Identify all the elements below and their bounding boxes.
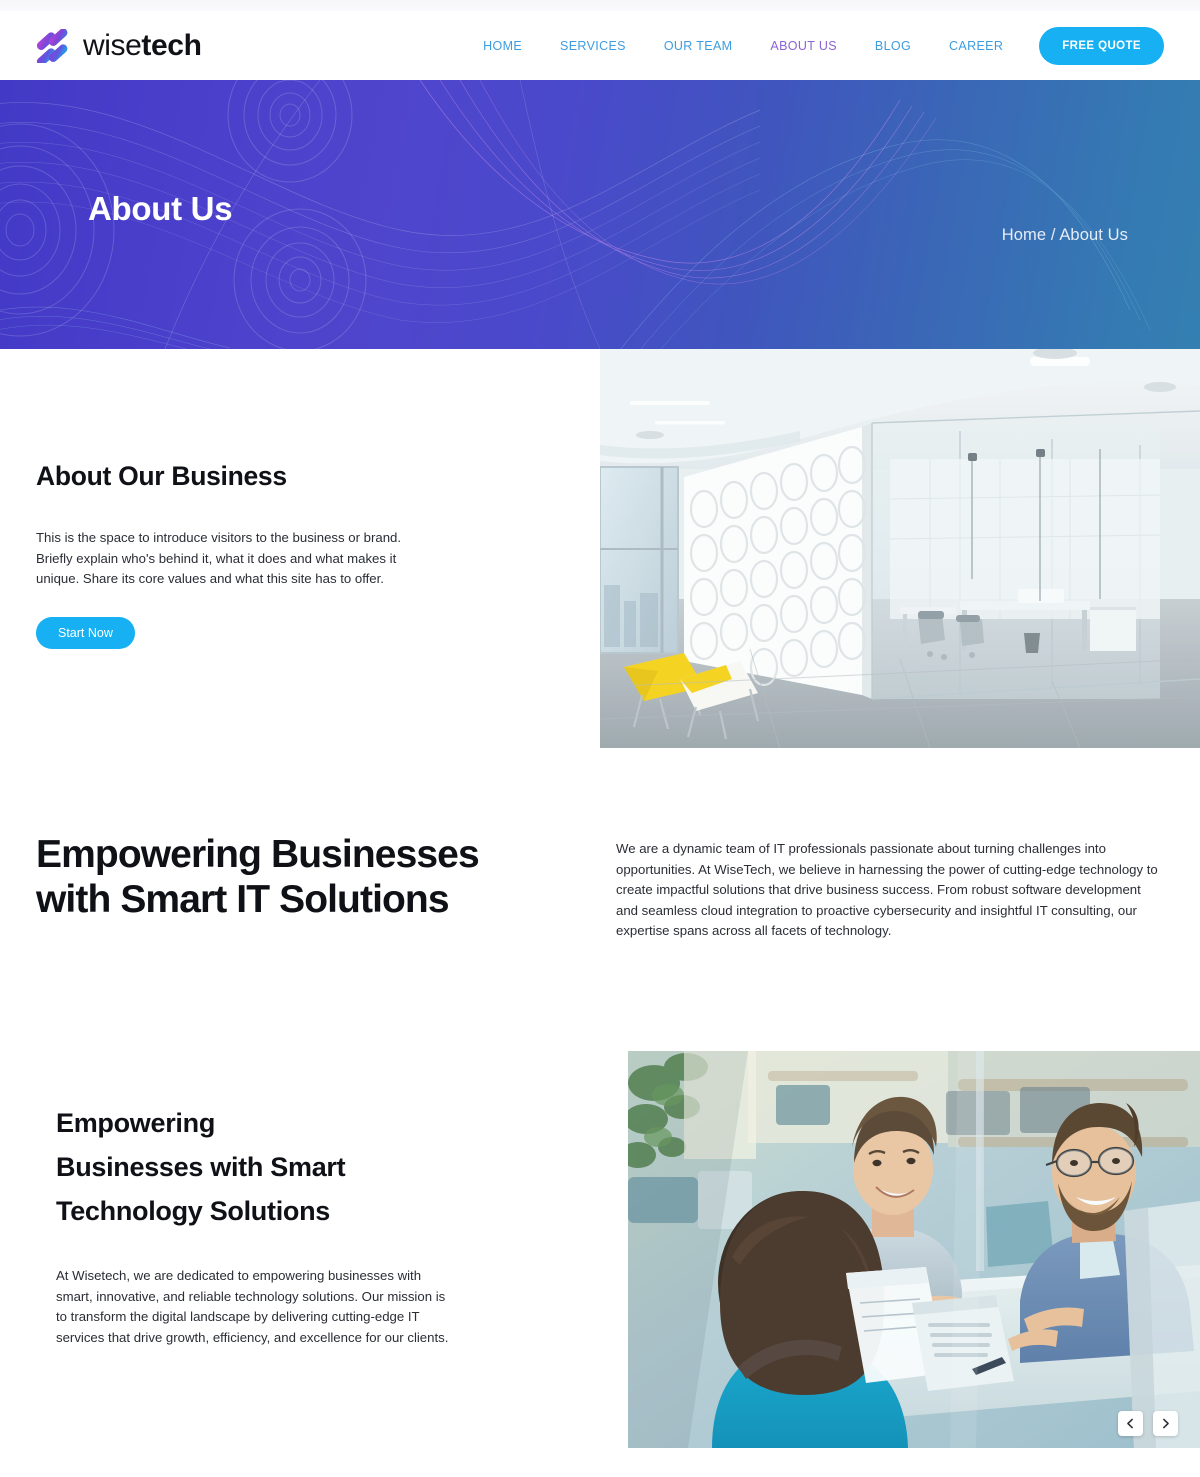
office-interior-illustration [600,349,1200,748]
empowering-heading-line1: Empowering Businesses [36,833,480,876]
carousel-next-button[interactable] [1153,1411,1178,1436]
start-now-button[interactable]: Start Now [36,616,135,649]
nav-item-blog[interactable]: BLOG [856,39,930,53]
carousel-prev-button[interactable] [1118,1411,1143,1436]
page-title: About Us [88,190,233,227]
wisetech-logo-icon [36,28,68,63]
carousel-navigation [1118,1411,1178,1436]
empowering-heading-line2: with Smart IT Solutions [36,878,450,921]
brand-logo[interactable]: wisetech [34,28,202,63]
empowering-section: Empowering Businesses with Smart IT Solu… [0,769,1200,1051]
top-strip [0,0,1200,11]
site-header: wisetech HOME SERVICES OUR TEAM ABOUT US… [0,11,1200,80]
technology-section: Empowering Businesses with Smart Technol… [0,1051,1200,1477]
empowering-paragraph: We are a dynamic team of IT professional… [616,841,1158,939]
nav-item-career[interactable]: CAREER [930,39,1022,53]
hero-banner: About Us Home / About Us [0,80,1200,349]
technology-text-block: Empowering Businesses with Smart Technol… [56,1101,476,1348]
breadcrumb-home[interactable]: Home [1002,226,1046,244]
team-meeting-image [628,1051,1200,1448]
technology-heading-line1: Empowering [56,1108,216,1138]
technology-paragraph: At Wisetech, we are dedicated to empower… [56,1268,449,1345]
about-business-paragraph: This is the space to introduce visitors … [36,530,402,586]
brand-wordmark: wisetech [83,29,202,63]
chevron-right-icon [1163,1418,1169,1429]
chevron-left-icon [1127,1418,1133,1429]
brand-name-bold: tech [141,28,202,62]
main-navigation: HOME SERVICES OUR TEAM ABOUT US BLOG CAR… [464,26,1164,65]
technology-heading-line3: Technology Solutions [56,1196,330,1226]
office-interior-image [600,349,1200,748]
about-business-heading: About Our Business [36,461,287,491]
brand-name-light: wise [83,28,142,62]
technology-heading-line2: Businesses with Smart [56,1152,346,1182]
nav-item-home[interactable]: HOME [464,39,541,53]
nav-item-our-team[interactable]: OUR TEAM [645,39,752,53]
breadcrumb-separator: / [1050,226,1056,244]
technology-heading: Empowering Businesses with Smart Technol… [56,1101,446,1233]
about-business-text-block: About Our Business This is the space to … [36,461,456,649]
nav-item-about-us[interactable]: ABOUT US [751,39,855,53]
free-quote-button[interactable]: FREE QUOTE [1039,26,1164,65]
breadcrumb-current: About Us [1059,226,1128,244]
team-meeting-illustration [628,1051,1200,1448]
nav-item-services[interactable]: SERVICES [541,39,645,53]
breadcrumb: Home / About Us [1002,226,1128,245]
empowering-heading: Empowering Businesses with Smart IT Solu… [36,832,576,922]
about-business-section: About Our Business This is the space to … [0,349,1200,769]
